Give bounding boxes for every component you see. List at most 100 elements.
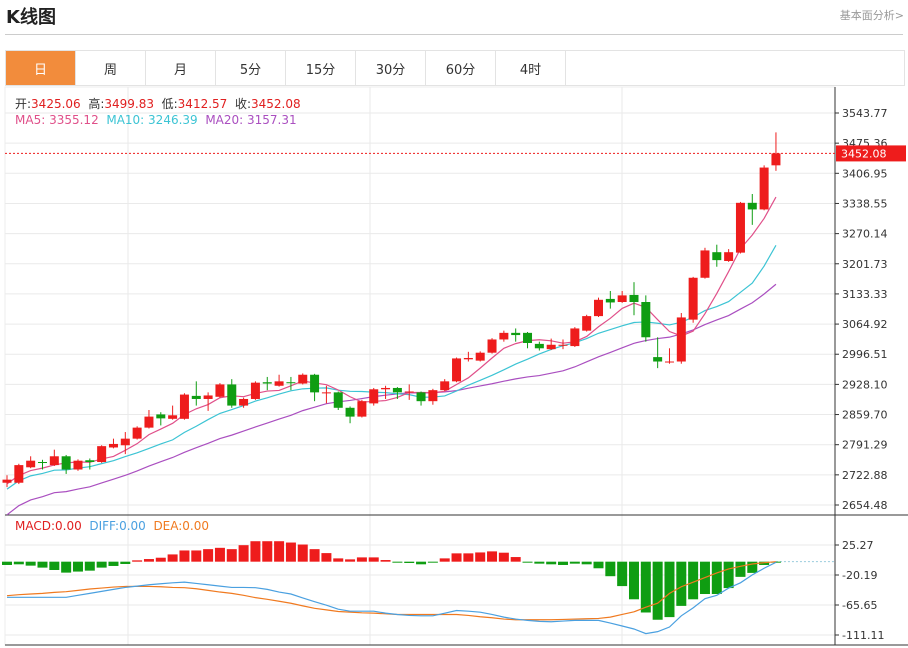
candle-up	[168, 415, 178, 419]
high-label: 高:	[88, 97, 105, 111]
macd-bar	[49, 561, 60, 570]
candle-up	[2, 479, 12, 483]
candle-up	[381, 387, 391, 390]
macd-bar	[652, 561, 663, 620]
macd-bar	[108, 561, 119, 566]
macd-bar	[37, 561, 48, 568]
macd-bar	[250, 541, 261, 562]
candle-up	[120, 438, 130, 446]
macd-bar	[392, 561, 403, 563]
macd-bar	[167, 554, 178, 562]
y-tick-label: 2928.10	[842, 378, 888, 391]
y-tick-label: 2722.88	[842, 469, 888, 482]
macd-bar	[191, 550, 202, 562]
macd-bar	[345, 559, 356, 562]
candle-up	[558, 344, 568, 346]
macd-y-tick-label: -111.11	[842, 629, 884, 642]
macd-bar	[569, 561, 580, 564]
candle-down	[605, 298, 615, 303]
macd-bar	[2, 561, 12, 565]
macd-bar	[274, 541, 285, 562]
candle-down	[37, 462, 47, 464]
macd-bar	[498, 552, 509, 562]
macd-bar	[581, 561, 592, 565]
macd-bar	[309, 549, 320, 562]
candle-up	[664, 361, 674, 363]
macd-bar	[735, 561, 746, 577]
candle-up	[582, 316, 592, 331]
macd-bar	[522, 561, 533, 563]
macd-bar	[463, 553, 474, 562]
ma5-value: 3355.12	[49, 113, 99, 127]
macd-bar	[451, 553, 462, 562]
candle-up	[144, 416, 154, 428]
candle-up	[617, 295, 627, 303]
candle-down	[333, 392, 343, 408]
macd-bar	[226, 549, 237, 562]
candle-up	[676, 317, 686, 362]
last-price-label: 3452.08	[841, 147, 887, 160]
macd-bar	[404, 561, 415, 563]
low-label: 低:	[161, 97, 178, 111]
macd-bar	[203, 549, 214, 562]
candle-up	[239, 398, 249, 406]
macd-bar	[61, 561, 72, 573]
candle-down	[712, 252, 722, 261]
candle-down	[262, 382, 272, 384]
candle-up	[428, 390, 438, 402]
y-tick-label: 3201.73	[842, 258, 888, 271]
candle-up	[49, 456, 59, 466]
open-value: 3425.06	[31, 97, 81, 111]
candle-up	[108, 443, 118, 448]
macd-bar	[262, 541, 273, 562]
candle-up	[487, 339, 497, 353]
macd-bar	[475, 552, 486, 562]
candle-down	[227, 384, 237, 406]
candle-down	[310, 374, 320, 393]
macd-bar	[297, 544, 308, 562]
candle-down	[156, 414, 166, 419]
dea-value: DEA:0.00	[153, 519, 210, 533]
candle-down	[534, 343, 544, 349]
ma10-line	[6, 244, 777, 490]
candle-up	[759, 167, 769, 210]
candle-up	[26, 460, 36, 468]
macd-bar	[640, 561, 651, 613]
candle-up	[499, 332, 509, 340]
y-tick-label: 2791.29	[842, 439, 888, 452]
close-label: 收:	[234, 97, 251, 111]
macd-info: MACD:0.00 DIFF:0.00 DEA:0.00	[15, 519, 209, 533]
y-tick-label: 2996.51	[842, 348, 888, 361]
macd-bar	[72, 561, 83, 572]
macd-y-tick-label: 25.27	[842, 539, 874, 552]
candle-up	[97, 446, 107, 463]
y-tick-label: 2859.70	[842, 409, 888, 422]
macd-bar	[617, 561, 628, 587]
y-tick-label: 3270.14	[842, 228, 888, 241]
candle-down	[286, 382, 296, 384]
candle-up	[463, 357, 473, 360]
macd-bar	[25, 561, 36, 566]
candle-down	[747, 202, 757, 210]
macd-bar	[155, 557, 166, 562]
y-tick-label: 3543.77	[842, 107, 888, 120]
candle-down	[523, 332, 533, 343]
macd-bar	[368, 557, 379, 562]
ma20-label: MA20:	[205, 113, 244, 127]
macd-bar	[676, 561, 687, 606]
candle-up	[688, 277, 698, 320]
macd-bar	[605, 561, 616, 577]
macd-bar	[321, 553, 332, 562]
macd-bar	[664, 561, 675, 618]
macd-y-tick-label: -65.65	[842, 599, 877, 612]
ma10-value: 3246.39	[148, 113, 198, 127]
macd-bar	[534, 561, 545, 564]
macd-bar	[593, 561, 604, 569]
macd-bar	[120, 561, 131, 564]
y-tick-label: 3338.55	[842, 197, 888, 210]
macd-bar	[546, 561, 557, 565]
macd-bar	[333, 558, 344, 562]
candle-up	[73, 460, 83, 470]
high-value: 3499.83	[104, 97, 154, 111]
candle-down	[629, 294, 639, 303]
